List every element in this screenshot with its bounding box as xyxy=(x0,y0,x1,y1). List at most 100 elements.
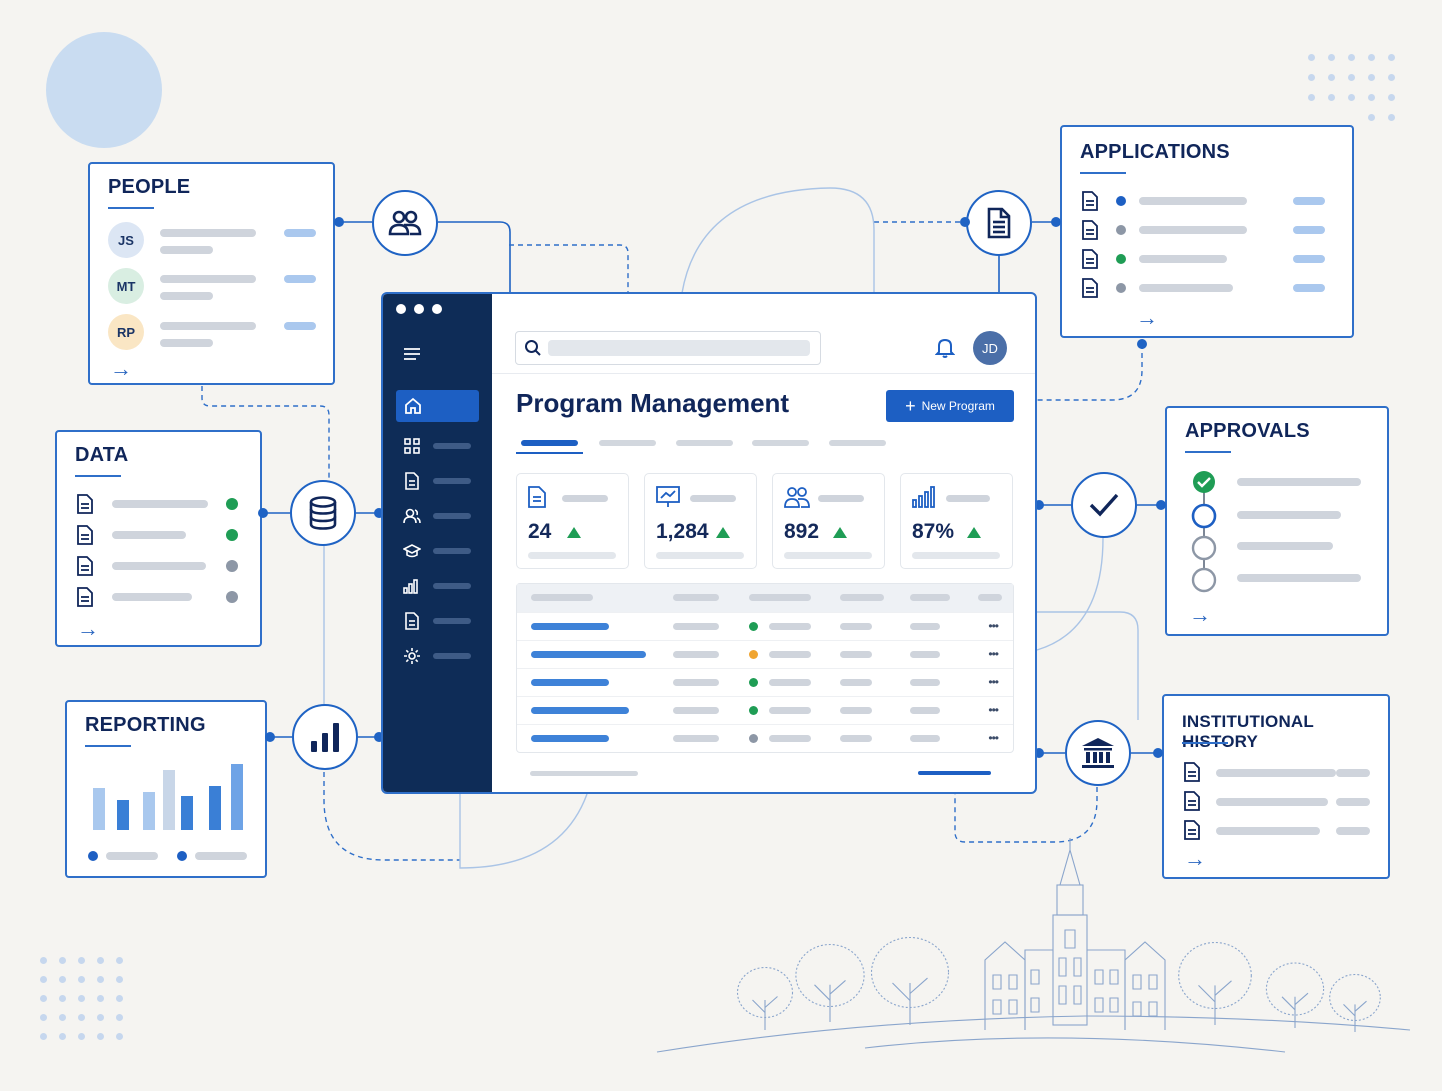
database-hub[interactable] xyxy=(290,480,356,546)
settings-gear-icon[interactable] xyxy=(402,646,422,666)
table-row[interactable]: ••• xyxy=(517,668,1013,696)
checkmark-icon xyxy=(1089,493,1119,517)
arrow-right-icon[interactable]: → xyxy=(110,358,132,380)
analytics-icon[interactable] xyxy=(402,576,422,596)
pagination-info xyxy=(530,771,638,776)
connector-node xyxy=(1137,339,1147,349)
document-icon xyxy=(1082,191,1098,216)
notification-bell-icon[interactable] xyxy=(935,337,955,359)
reporting-hub[interactable] xyxy=(292,704,358,770)
stat-label-placeholder xyxy=(818,495,864,502)
legend-placeholder xyxy=(195,852,247,860)
stat-label-placeholder xyxy=(562,495,608,502)
tab[interactable] xyxy=(829,440,886,446)
more-options-icon[interactable]: ••• xyxy=(988,703,999,717)
search-input[interactable] xyxy=(515,331,821,365)
grid-icon[interactable] xyxy=(402,436,422,456)
stat-card[interactable]: 87% xyxy=(900,473,1013,569)
legend-dot xyxy=(177,851,187,861)
text-placeholder xyxy=(160,339,213,347)
applications-card[interactable]: APPLICATIONS → xyxy=(1060,125,1354,338)
status-dot xyxy=(226,498,238,510)
applications-hub[interactable] xyxy=(966,190,1032,256)
window-control-dot[interactable] xyxy=(396,304,406,314)
document-icon xyxy=(1082,249,1098,274)
stat-value: 1,284 xyxy=(656,520,709,543)
user-avatar[interactable]: JD xyxy=(973,331,1007,365)
table-row[interactable]: ••• xyxy=(517,696,1013,724)
text-placeholder xyxy=(1336,769,1370,777)
row-name-placeholder xyxy=(531,707,629,714)
tag-placeholder xyxy=(1293,197,1325,205)
tag-placeholder xyxy=(284,229,316,237)
sidebar-label-placeholder xyxy=(433,478,471,484)
document-icon xyxy=(1184,791,1200,816)
status-dot xyxy=(1116,254,1126,264)
sidebar-label-placeholder xyxy=(433,618,471,624)
tag-placeholder xyxy=(1293,255,1325,263)
more-options-icon[interactable]: ••• xyxy=(988,675,999,689)
page-title: Program Management xyxy=(516,388,790,418)
table-row[interactable]: ••• xyxy=(517,612,1013,640)
history-hub[interactable] xyxy=(1065,720,1131,786)
tab-active[interactable] xyxy=(521,440,578,446)
data-table: ••• ••• ••• ••• ••• xyxy=(516,583,1014,753)
stat-card[interactable]: 1,284 xyxy=(644,473,757,569)
title-underline xyxy=(1185,451,1231,453)
graduation-cap-icon[interactable] xyxy=(402,541,422,561)
cell-placeholder xyxy=(673,679,719,686)
stat-card[interactable]: 24 xyxy=(516,473,629,569)
row-name-placeholder xyxy=(531,651,646,658)
reporting-card[interactable]: REPORTING xyxy=(65,700,267,878)
tag-placeholder xyxy=(1293,284,1325,292)
status-dot xyxy=(226,529,238,541)
avatar[interactable]: MT xyxy=(108,268,144,304)
cell-placeholder xyxy=(840,623,872,630)
table-row[interactable]: ••• xyxy=(517,640,1013,668)
approvals-card[interactable]: APPROVALS → xyxy=(1165,406,1389,636)
people-card[interactable]: PEOPLE JS MT RP → xyxy=(88,162,335,385)
tab[interactable] xyxy=(752,440,809,446)
menu-icon[interactable] xyxy=(402,344,422,364)
app-window: JD Program Management + New Program ••• •… xyxy=(381,292,1037,794)
card-title: APPLICATIONS xyxy=(1080,141,1230,163)
avatar[interactable]: JS xyxy=(108,222,144,258)
arrow-right-icon[interactable]: → xyxy=(1189,604,1211,626)
new-program-button[interactable]: + New Program xyxy=(886,390,1014,422)
sidebar-item-home[interactable] xyxy=(396,390,479,422)
document-icon[interactable] xyxy=(402,471,422,491)
window-control-dot[interactable] xyxy=(414,304,424,314)
chart-bar xyxy=(143,792,155,830)
text-placeholder xyxy=(1216,769,1336,777)
window-control-dot[interactable] xyxy=(432,304,442,314)
pagination-control[interactable] xyxy=(918,771,991,775)
arrow-right-icon[interactable]: → xyxy=(77,618,99,640)
people-hub[interactable] xyxy=(372,190,438,256)
document-icon xyxy=(1082,220,1098,245)
avatar[interactable]: RP xyxy=(108,314,144,350)
table-row[interactable]: ••• xyxy=(517,724,1013,752)
tab[interactable] xyxy=(676,440,733,446)
stat-caption-placeholder xyxy=(656,552,744,559)
text-placeholder xyxy=(1139,197,1247,205)
arrow-right-icon[interactable]: → xyxy=(1136,307,1158,329)
legend-dot xyxy=(88,851,98,861)
more-options-icon[interactable]: ••• xyxy=(988,647,999,661)
connector-node xyxy=(1051,217,1061,227)
data-card[interactable]: DATA → xyxy=(55,430,262,647)
more-options-icon[interactable]: ••• xyxy=(988,731,999,745)
status-dot xyxy=(226,560,238,572)
tab[interactable] xyxy=(599,440,656,446)
users-icon[interactable] xyxy=(402,506,422,526)
file-icon[interactable] xyxy=(402,611,422,631)
stat-card[interactable]: 892 xyxy=(772,473,885,569)
approvals-hub[interactable] xyxy=(1071,472,1137,538)
more-options-icon[interactable]: ••• xyxy=(988,619,999,633)
connector-node xyxy=(334,217,344,227)
connector-node xyxy=(265,732,275,742)
status-dot xyxy=(749,622,758,631)
document-icon xyxy=(77,587,93,612)
bar-chart-icon xyxy=(311,723,339,752)
cell-placeholder xyxy=(769,707,811,714)
tag-placeholder xyxy=(1293,226,1325,234)
